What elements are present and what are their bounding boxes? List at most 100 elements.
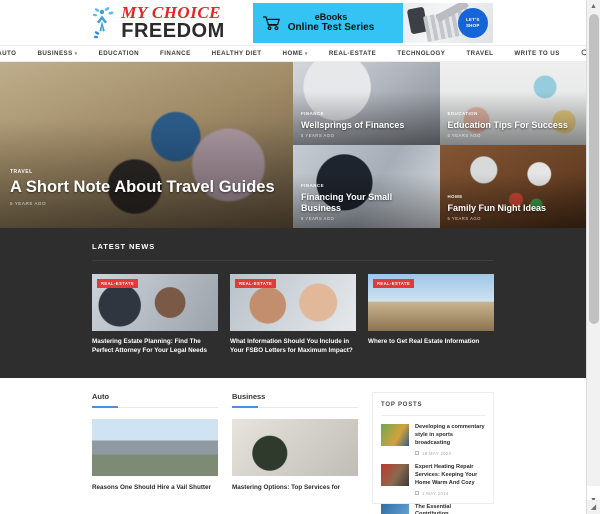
nav-label: BUSINESS <box>37 50 73 57</box>
lets-shop-badge[interactable]: LET'S SHOP <box>457 7 488 38</box>
scroll-down-arrow[interactable]: ▼ <box>587 486 600 504</box>
news-card[interactable]: REAL-ESTATE What Information Should You … <box>230 274 356 356</box>
post-thumbnail[interactable] <box>381 423 409 446</box>
post-date-text: 18 MAY 2024 <box>422 450 452 456</box>
promo-banner-image: LET'S SHOP <box>402 2 493 43</box>
news-thumbnail[interactable]: REAL-ESTATE <box>368 274 494 331</box>
column-heading-business[interactable]: Business <box>232 392 358 408</box>
nav-item-healthy-diet[interactable]: HEALTHY DIET <box>212 50 262 57</box>
category-tag[interactable]: REAL-ESTATE <box>373 279 415 288</box>
news-card[interactable]: REAL-ESTATE Mastering Estate Planning: F… <box>92 274 218 356</box>
leaf-person-icon <box>93 5 119 41</box>
badge-line-2: SHOP <box>465 22 480 28</box>
hero-title[interactable]: A Short Note About Travel Guides <box>10 178 287 197</box>
post-title[interactable]: Expert Heating Repair Services: Keeping … <box>415 464 485 488</box>
site-header: MY CHOICE FREEDOM eBooks Online Test Ser… <box>0 0 586 45</box>
category-tag[interactable]: REAL-ESTATE <box>97 279 139 288</box>
calendar-icon <box>415 491 419 495</box>
page-content: MY CHOICE FREEDOM eBooks Online Test Ser… <box>0 0 586 514</box>
hero-timestamp: 5 YEARS AGO <box>301 216 335 221</box>
top-post-item[interactable]: The Essential Contribution <box>381 503 485 514</box>
hero-tile-education[interactable]: EDUCATION Education Tips For Success 5 Y… <box>439 62 586 145</box>
hero-tile-caption: EDUCATION Education Tips For Success 5 Y… <box>448 102 581 138</box>
hero-tile-small-business[interactable]: FINANCE Financing Your Small Business 5 … <box>293 145 440 228</box>
browser-viewport: MY CHOICE FREEDOM eBooks Online Test Ser… <box>0 0 600 514</box>
post-date: 18 MAY 2024 <box>415 451 485 456</box>
top-post-item[interactable]: Developing a commentary style in sports … <box>381 423 485 456</box>
main-navigation: AUTO BUSINESS ▾ EDUCATION FINANCE HEALTH… <box>0 45 586 62</box>
hero-category[interactable]: TRAVEL <box>10 169 33 175</box>
vertical-scrollbar[interactable]: ▲ ▼ ◢ <box>586 0 600 514</box>
nav-item-business[interactable]: BUSINESS ▾ <box>37 50 77 57</box>
post-date: 1 MAY 2024 <box>415 491 485 496</box>
news-thumbnail[interactable]: REAL-ESTATE <box>92 274 218 331</box>
nav-label: AUTO <box>0 50 17 57</box>
news-thumbnail[interactable]: REAL-ESTATE <box>230 274 356 331</box>
calendar-icon <box>415 451 419 456</box>
promo-line-2: Online Test Series <box>287 21 375 33</box>
hero-featured-caption: TRAVEL A Short Note About Travel Guides … <box>10 160 287 206</box>
resize-grip-icon[interactable]: ◢ <box>587 500 600 514</box>
nav-item-technology[interactable]: TECHNOLOGY <box>397 50 445 57</box>
article-thumbnail[interactable] <box>92 418 218 476</box>
promo-banner-content: eBooks Online Test Series <box>252 2 403 43</box>
post-title[interactable]: The Essential Contribution <box>415 504 485 514</box>
post-thumbnail[interactable] <box>381 463 409 486</box>
hero-category[interactable]: FINANCE <box>301 111 324 116</box>
hero-section: TRAVEL A Short Note About Travel Guides … <box>0 62 586 228</box>
nav-item-travel[interactable]: TRAVEL <box>466 50 493 57</box>
top-post-item[interactable]: Expert Heating Repair Services: Keeping … <box>381 463 485 496</box>
nav-label: TRAVEL <box>466 50 494 57</box>
column-business: Business Mastering Options: Top Services… <box>232 392 358 504</box>
nav-item-real-estate[interactable]: REAL-ESTATE <box>329 50 376 57</box>
hero-tile-finance[interactable]: FINANCE Wellsprings of Finances 5 YEARS … <box>293 62 440 145</box>
top-posts-widget: TOP POSTS Developing a commentary style … <box>372 391 494 514</box>
hero-featured-card[interactable]: TRAVEL A Short Note About Travel Guides … <box>0 62 293 228</box>
hero-timestamp: 5 YEARS AGO <box>447 216 481 221</box>
hero-title[interactable]: Education Tips For Success <box>448 120 581 130</box>
hero-title[interactable]: Wellsprings of Finances <box>301 120 434 130</box>
nav-label: HEALTHY DIET <box>211 50 262 57</box>
news-title[interactable]: What Information Should You Include in Y… <box>230 338 356 356</box>
bottom-container: Auto Reasons One Should Hire a Vail Shut… <box>92 391 494 514</box>
hero-tile-caption: FINANCE Wellsprings of Finances 5 YEARS … <box>301 102 434 138</box>
latest-news-heading: LATEST NEWS <box>92 242 494 261</box>
logo-secondary-text: FREEDOM <box>121 20 225 42</box>
nav-item-write-to-us[interactable]: WRITE TO US <box>514 50 559 57</box>
hero-timestamp: 5 YEARS AGO <box>447 133 481 138</box>
hero-title[interactable]: Financing Your Small Business <box>301 192 434 213</box>
nav-item-home[interactable]: HOME ▾ <box>283 50 308 57</box>
news-card[interactable]: REAL-ESTATE Where to Get Real Estate Inf… <box>368 274 494 356</box>
nav-label: HOME <box>282 50 303 57</box>
post-thumbnail[interactable] <box>381 503 409 514</box>
hero-title[interactable]: Family Fun Night Ideas <box>448 203 581 213</box>
site-logo[interactable]: MY CHOICE FREEDOM <box>93 4 225 41</box>
scroll-up-arrow[interactable]: ▲ <box>587 0 600 13</box>
hero-tile-caption: HOME Family Fun Night Ideas 5 YEARS AGO <box>448 185 581 221</box>
hero-tile-caption: FINANCE Financing Your Small Business 5 … <box>301 174 434 221</box>
nav-label: REAL-ESTATE <box>328 50 377 57</box>
hero-category[interactable]: FINANCE <box>301 183 324 188</box>
post-title[interactable]: Developing a commentary style in sports … <box>415 424 485 448</box>
article-title[interactable]: Reasons One Should Hire a Vail Shutter <box>92 483 218 492</box>
news-title[interactable]: Mastering Estate Planning: Find The Perf… <box>92 338 218 356</box>
article-title[interactable]: Mastering Options: Top Services for <box>232 483 358 492</box>
nav-item-auto[interactable]: AUTO <box>0 50 16 57</box>
column-heading-auto[interactable]: Auto <box>92 392 218 408</box>
hero-tile-family-fun[interactable]: HOME Family Fun Night Ideas 5 YEARS AGO <box>439 145 586 228</box>
column-auto: Auto Reasons One Should Hire a Vail Shut… <box>92 392 218 504</box>
scrollbar-thumb[interactable] <box>589 14 599 324</box>
promo-line-1: eBooks <box>314 11 348 22</box>
hero-category[interactable]: EDUCATION <box>448 111 478 116</box>
promo-banner[interactable]: eBooks Online Test Series LET'S SHOP <box>252 2 493 43</box>
logo-primary-text: MY CHOICE <box>121 3 222 22</box>
article-thumbnail[interactable] <box>232 418 358 476</box>
category-tag[interactable]: REAL-ESTATE <box>235 279 277 288</box>
nav-item-education[interactable]: EDUCATION <box>99 50 139 57</box>
nav-label: TECHNOLOGY <box>397 50 446 57</box>
hero-category[interactable]: HOME <box>448 194 463 199</box>
nav-item-finance[interactable]: FINANCE <box>160 50 191 57</box>
hero-timestamp: 5 YEARS AGO <box>301 133 335 138</box>
chevron-down-icon: ▾ <box>74 50 78 57</box>
news-title[interactable]: Where to Get Real Estate Information <box>368 338 494 347</box>
